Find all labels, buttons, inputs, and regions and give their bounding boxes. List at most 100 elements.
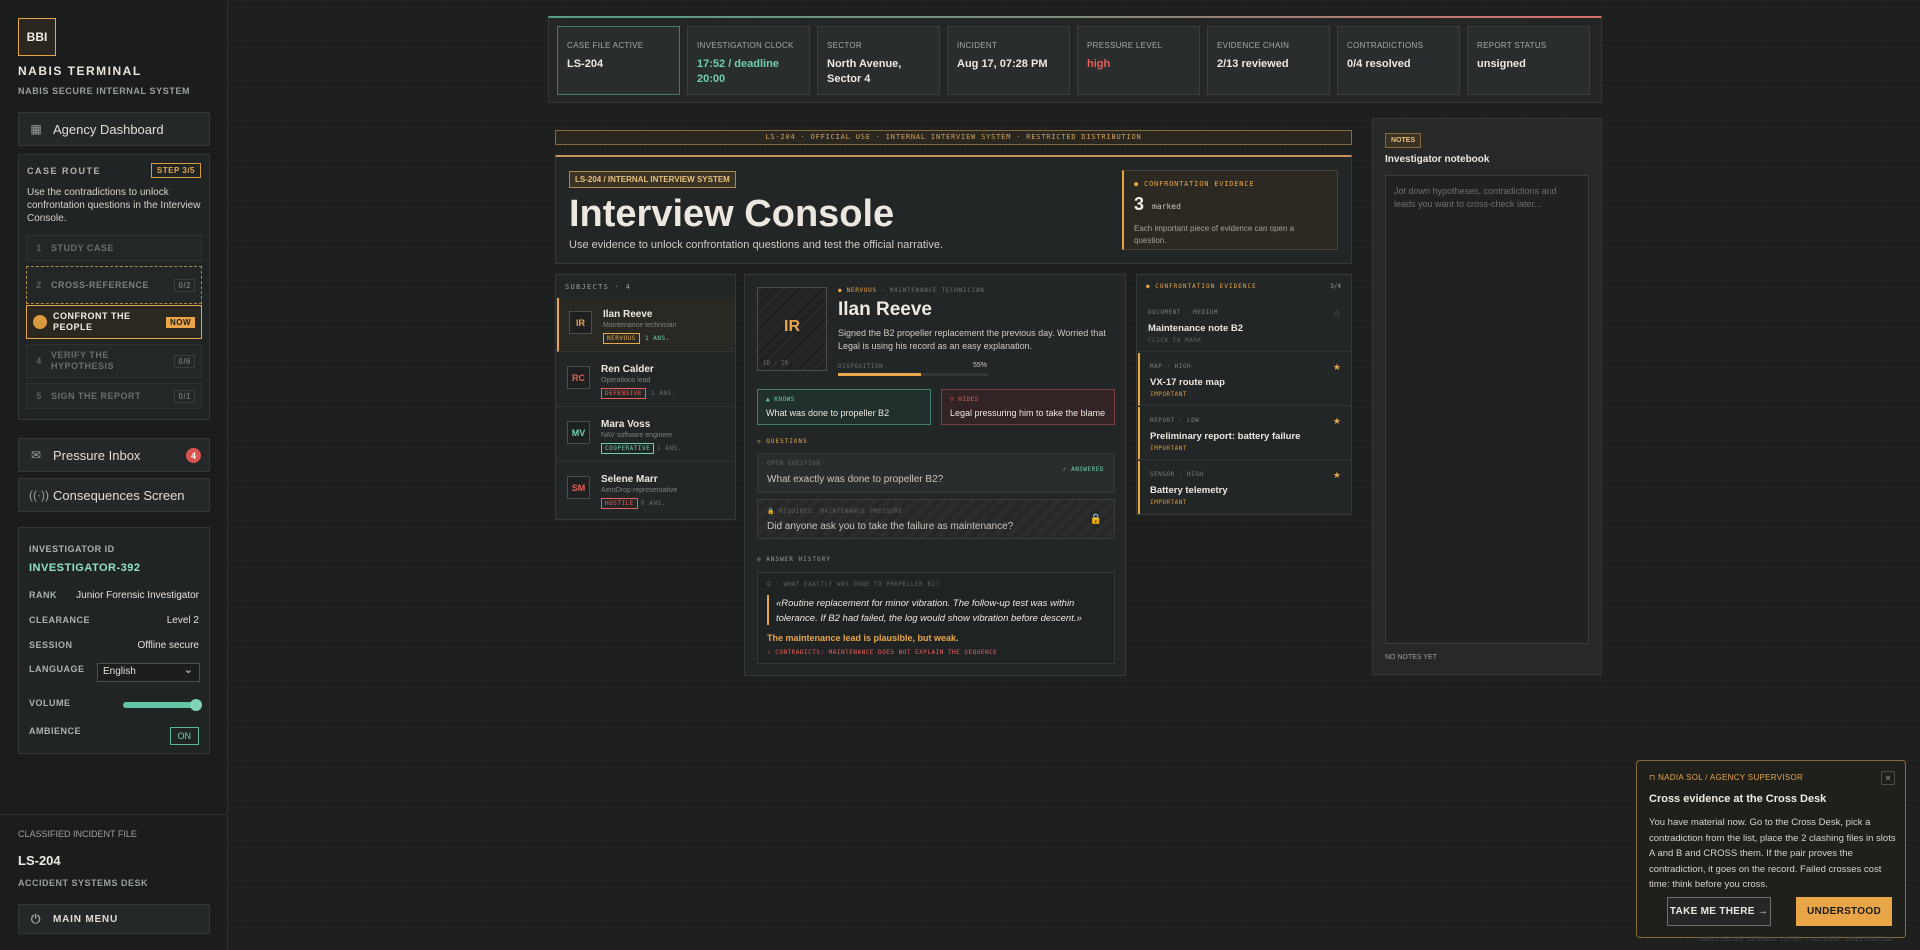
- star-icon[interactable]: ★: [1333, 416, 1341, 427]
- photo-code: ID · IR: [763, 360, 789, 367]
- summary-label: ● CONFRONTATION EVIDENCE: [1134, 180, 1255, 188]
- questions-heading: ◇ QUESTIONS: [757, 438, 808, 445]
- question-2-locked[interactable]: 🔒 REQUIRES: MAINTENANCE PRESSURE Did any…: [757, 499, 1115, 539]
- understood-button[interactable]: UNDERSTOOD: [1796, 897, 1892, 926]
- evidence-battery-telemetry[interactable]: SENSOR · HIGH Battery telemetry IMPORTAN…: [1138, 461, 1351, 514]
- answered-badge: ✓ ANSWERED: [1062, 466, 1104, 473]
- disposition-value: 55%: [973, 362, 988, 369]
- disposition-bar: [838, 373, 988, 376]
- star-icon[interactable]: ☆: [1333, 308, 1341, 319]
- close-icon[interactable]: ×: [1881, 771, 1895, 785]
- toast-title: Cross evidence at the Cross Desk: [1649, 793, 1827, 805]
- main-menu-button[interactable]: ⏻ MAIN MENU: [18, 904, 210, 934]
- evidence-panel: ● CONFRONTATION EVIDENCE 3/4 DOCUMENT · …: [1136, 274, 1352, 515]
- status-case-file: CASE FILE ACTIVE LS-204: [557, 26, 680, 95]
- status-contradictions: CONTRADICTIONS 0/4 resolved: [1337, 26, 1460, 95]
- avatar: RC: [567, 366, 590, 389]
- disposition-label: DISPOSITION: [838, 363, 884, 370]
- status-incident: INCIDENT Aug 17, 07:28 PM: [947, 26, 1070, 95]
- sidebar-divider: [0, 814, 228, 815]
- evidence-preliminary-report[interactable]: REPORT · LOW Preliminary report: battery…: [1138, 407, 1351, 460]
- language-select[interactable]: English: [97, 663, 200, 682]
- notes-title: Investigator notebook: [1385, 154, 1490, 165]
- take-me-there-button[interactable]: TAKE ME THERE →: [1667, 897, 1771, 926]
- sidebar: BBI NABIS TERMINAL NABIS SECURE INTERNAL…: [0, 0, 228, 950]
- current-step-dot: [33, 315, 47, 329]
- star-icon[interactable]: ★: [1333, 470, 1341, 481]
- question-1[interactable]: OPEN QUESTION ✓ ANSWERED What exactly wa…: [757, 453, 1115, 493]
- route-step-study-case[interactable]: 1 STUDY CASE: [26, 235, 202, 261]
- status-value: LS-204: [567, 58, 604, 70]
- route-step-sign-report[interactable]: 5 SIGN THE REPORT 0/1: [26, 383, 202, 409]
- route-step-verify[interactable]: 4 VERIFY THE HYPOTHESIS 0/6: [26, 344, 202, 378]
- status-evidence-chain: EVIDENCE CHAIN 2/13 reviewed: [1207, 26, 1330, 95]
- evidence-heading: ● CONFRONTATION EVIDENCE: [1146, 283, 1257, 290]
- session-label: SESSION: [29, 640, 73, 650]
- console-tag: LS-204 / INTERNAL INTERVIEW SYSTEM: [569, 171, 736, 188]
- status-value: high: [1087, 58, 1111, 70]
- inbox-icon: ✉: [30, 448, 42, 462]
- subject-status-line: ● NERVOUS · MAINTENANCE TECHNICIAN: [838, 287, 985, 294]
- knows-card: ▲ KNOWS What was done to propeller B2: [757, 389, 931, 425]
- evidence-maintenance-note[interactable]: DOCUMENT · MEDIUM Maintenance note B2 CL…: [1138, 299, 1351, 352]
- route-step-confront[interactable]: CONFRONT THE PEOPLE NOW: [26, 305, 202, 339]
- star-icon[interactable]: ★: [1333, 362, 1341, 373]
- status-value: unsigned: [1477, 58, 1526, 70]
- notes-textarea[interactable]: Jot down hypotheses, contradictions and …: [1385, 175, 1589, 644]
- history-question: Q · WHAT EXACTLY WAS DONE TO PROPELLER B…: [767, 581, 940, 588]
- status-value: 2/13 reviewed: [1217, 58, 1289, 70]
- photo-initials: IR: [784, 318, 800, 335]
- avatar: SM: [567, 476, 590, 499]
- now-tag: NOW: [165, 316, 195, 328]
- subject-row-ren-calder[interactable]: RC Ren Calder Operations lead DEFENSIVE …: [557, 353, 734, 407]
- answer-history-entry: Q · WHAT EXACTLY WAS DONE TO PROPELLER B…: [757, 572, 1115, 664]
- case-route-heading: CASE ROUTE: [27, 166, 102, 176]
- evidence-route-map[interactable]: MAP · HIGH VX-17 route map IMPORTANT ★: [1138, 353, 1351, 406]
- terminal-title: NABIS TERMINAL: [18, 64, 142, 78]
- status-value: 17:52 / deadline 20:00: [697, 58, 779, 85]
- answer-count: 1 ANS.: [645, 335, 670, 342]
- avatar: IR: [569, 311, 592, 334]
- notes-panel: NOTES Investigator notebook Jot down hyp…: [1372, 118, 1602, 675]
- investigator-id-value: INVESTIGATOR-392: [29, 562, 141, 574]
- route-step-cross-reference[interactable]: 2 CROSS-REFERENCE 0/2: [26, 266, 202, 304]
- status-sector: SECTOR North Avenue, Sector 4: [817, 26, 940, 95]
- page-title: Interview Console: [569, 193, 895, 235]
- nav-agency-dashboard[interactable]: ▦ Agency Dashboard: [18, 112, 210, 146]
- headset-icon: ⊓: [1649, 773, 1659, 782]
- ambience-toggle[interactable]: ON: [169, 727, 199, 745]
- restricted-banner: LS-204 · OFFICIAL USE · INTERNAL INTERVI…: [555, 130, 1352, 145]
- console-header: LS-204 / INTERNAL INTERVIEW SYSTEM Inter…: [555, 155, 1352, 264]
- nav-label: Pressure Inbox: [53, 447, 141, 463]
- subject-row-selene-marr[interactable]: SM Selene Marr AeroDrop representative H…: [557, 463, 734, 517]
- history-contradiction: ⚠ CONTRADICTS: MAINTENANCE DOES NOT EXPL…: [767, 649, 998, 656]
- volume-slider-knob[interactable]: [190, 699, 202, 711]
- volume-label: VOLUME: [29, 698, 71, 708]
- subject-role: MAINTENANCE TECHNICIAN: [889, 287, 985, 294]
- incident-file-label: CLASSIFIED INCIDENT FILE: [18, 829, 137, 839]
- status-investigation-clock: INVESTIGATION CLOCK 17:52 / deadline 20:…: [687, 26, 810, 95]
- question-text: Did anyone ask you to take the failure a…: [767, 521, 1014, 532]
- status-value: North Avenue, Sector 4: [827, 58, 902, 85]
- avatar: MV: [567, 421, 590, 444]
- nav-consequences-screen[interactable]: ((·)) Consequences Screen: [18, 478, 210, 512]
- language-label: LANGUAGE: [29, 664, 85, 674]
- question-text: What exactly was done to propeller B2?: [767, 474, 944, 485]
- notes-footer: NO NOTES YET: [1385, 654, 1437, 661]
- question-category: OPEN QUESTION: [767, 460, 821, 467]
- session-value: Offline secure: [137, 640, 199, 651]
- subject-profile-panel: IR ID · IR ● NERVOUS · MAINTENANCE TECHN…: [744, 274, 1126, 676]
- summary-note: Each important piece of evidence can ope…: [1134, 224, 1295, 245]
- volume-slider[interactable]: [123, 699, 202, 711]
- subject-row-mara-voss[interactable]: MV Mara Voss NAV software engineer COOPE…: [557, 408, 734, 462]
- incident-file-case: LS-204: [18, 853, 61, 868]
- agency-logo: BBI: [18, 18, 56, 56]
- subject-name: Ilan Reeve: [838, 299, 932, 320]
- subject-row-ilan-reeve[interactable]: IR Ilan Reeve Maintenance technician NER…: [557, 298, 734, 352]
- subject-photo: IR ID · IR: [757, 287, 827, 371]
- case-route-panel: CASE ROUTE STEP 3/5 Use the contradictio…: [18, 154, 210, 420]
- nav-pressure-inbox[interactable]: ✉ Pressure Inbox 4: [18, 438, 210, 472]
- answer-count: 0 ANS.: [641, 500, 666, 507]
- hides-card: ▽ HIDES Legal pressuring him to take the…: [941, 389, 1115, 425]
- incident-desk: ACCIDENT SYSTEMS DESK: [18, 878, 149, 888]
